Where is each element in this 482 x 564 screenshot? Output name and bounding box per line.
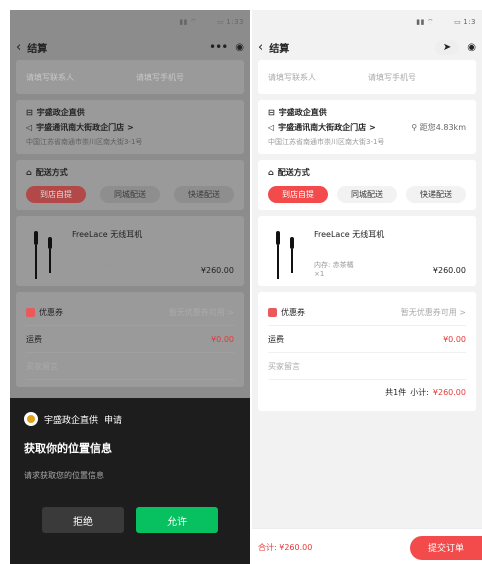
tab-local[interactable]: 同城配送 (100, 186, 160, 203)
dialog-request: 申请 (104, 415, 123, 426)
shop-icon: ⊟ (26, 108, 33, 117)
freight-value: ¥0.00 (211, 334, 234, 344)
tab-pickup[interactable]: 到店自提 (26, 186, 86, 203)
earbuds-image (26, 223, 72, 279)
product-name: FreeLace 无线耳机 (314, 230, 385, 239)
coupon-label: 优惠券 (39, 307, 63, 317)
screenshot: ▮▮ ⌔ ▭ 1:33 ‹ 结算 ••• ◉ 请填写联系人 请填写手机号 ⊟ 宇盛… (0, 0, 482, 564)
store-distance: 距您4.83km (419, 123, 466, 132)
deny-button[interactable]: 拒绝 (42, 507, 124, 533)
freight-value: ¥0.00 (443, 334, 466, 344)
coupon-value[interactable]: 暂无优惠券可用 > (401, 307, 466, 318)
contact-card: 请填写联系人 请填写手机号 (258, 60, 476, 94)
freight-label: 运费 (268, 334, 284, 344)
tab-express[interactable]: 快递配送 (406, 186, 466, 203)
store-address: 中国江苏省南通市崇川区南大街3-1号 (268, 138, 385, 146)
order-total: 合计: ¥260.00 (258, 543, 313, 552)
left-phone: ▮▮ ⌔ ▭ 1:33 ‹ 结算 ••• ◉ 请填写联系人 请填写手机号 ⊟ 宇盛… (10, 10, 250, 564)
coupon-label: 优惠券 (281, 307, 305, 317)
delivery-icon: ⌂ (26, 168, 32, 177)
tab-local[interactable]: 同城配送 (337, 186, 397, 203)
extras-card: 优惠券 暂无优惠券可用 > 运费 ¥0.00 买家留言 (16, 292, 244, 387)
shop-name: 宇盛政企直供 (36, 108, 85, 117)
phone-input[interactable]: 请填写手机号 (368, 72, 416, 83)
status-bar: ▮▮ ⌔ ▭ 1:33 (10, 10, 250, 34)
dialog-desc: 请求获取您的位置信息 (24, 471, 104, 480)
navigate-icon: ◁ (26, 123, 33, 132)
product-price: ¥260.00 (200, 266, 234, 275)
tab-express[interactable]: 快递配送 (174, 186, 234, 203)
contact-card: 请填写联系人 请填写手机号 (16, 60, 244, 94)
back-icon[interactable]: ‹ (258, 41, 263, 54)
extras-card: 优惠券 暂无优惠券可用 > 运费 ¥0.00 买家留言 共1件 小计: ¥260.0… (258, 292, 476, 411)
page-title: 结算 (27, 43, 48, 55)
message-input[interactable]: 买家留言 (268, 361, 300, 372)
delivery-icon: ⌂ (268, 168, 274, 177)
subtotal-value: ¥260.00 (432, 387, 466, 397)
earbuds-image (268, 223, 314, 279)
more-button[interactable]: ••• (209, 40, 228, 54)
store-link[interactable]: 宇盛通讯南大街政企门店 > (278, 122, 376, 133)
subtotal-label: 小计: (410, 387, 429, 397)
location-permission-dialog: 宇盛政企直供 申请 获取你的位置信息 请求获取您的位置信息 拒绝 允许 (10, 398, 250, 564)
contact-input[interactable]: 请填写联系人 (26, 72, 74, 83)
delivery-title: 配送方式 (277, 168, 310, 177)
checkout-bar: 合计: ¥260.00 提交订单 (252, 528, 482, 564)
title-bar: ‹ 结算 ••• ◉ (10, 34, 250, 60)
tab-pickup[interactable]: 到店自提 (268, 186, 328, 203)
store-address: 中国江苏省南通市崇川区南大街3-1号 (26, 138, 143, 146)
location-arrow-icon[interactable]: ➤ (434, 39, 460, 55)
dialog-title: 获取你的位置信息 (24, 442, 112, 455)
submit-order-button[interactable]: 提交订单 (410, 535, 482, 560)
product-card: FreeLace 无线耳机 内存: 赤茶橘 ×1 ¥260.00 (16, 216, 244, 286)
delivery-card: ⌂ 配送方式 到店自提 同城配送 快递配送 (16, 160, 244, 210)
close-target-icon[interactable]: ◉ (235, 42, 244, 53)
item-count: 共1件 (385, 387, 407, 397)
coupon-icon (26, 307, 35, 317)
delivery-card: ⌂ 配送方式 到店自提 同城配送 快递配送 (258, 160, 476, 210)
coupon-icon (268, 307, 277, 317)
wifi-icon: ⌔ (427, 17, 435, 26)
pin-icon: ⚲ (411, 123, 418, 132)
battery-icon: ▭ (454, 18, 462, 26)
wifi-icon: ⌔ (190, 17, 198, 26)
store-card: ⊟ 宇盛政企直供 ◁ 宇盛通讯南大街政企门店 > 中国江苏省南通市崇川区南大街3-1… (16, 100, 244, 154)
status-time: 1:33 (226, 18, 244, 26)
shop-icon: ⊟ (268, 108, 275, 117)
dialog-app-name: 宇盛政企直供 (44, 415, 99, 426)
status-time: 1:3 (463, 18, 476, 26)
page-title: 结算 (269, 43, 290, 55)
product-name: FreeLace 无线耳机 (72, 230, 143, 239)
store-card: ⊟ 宇盛政企直供 ◁ 宇盛通讯南大街政企门店 > ⚲ 距您4.83km 中国江苏省南… (258, 100, 476, 154)
store-link[interactable]: 宇盛通讯南大街政企门店 > (36, 122, 134, 133)
status-bar: ▮▮ ⌔ ▭ 1:3 (252, 10, 482, 34)
right-phone: ▮▮ ⌔ ▭ 1:3 ‹ 结算 ➤ ◉ 请填写联系人 请填写手机号 ⊟ 宇盛政企直… (252, 10, 482, 564)
message-input[interactable]: 买家留言 (26, 361, 58, 372)
product-price: ¥260.00 (432, 266, 466, 275)
phone-input[interactable]: 请填写手机号 (136, 72, 184, 83)
freight-label: 运费 (26, 334, 42, 344)
allow-button[interactable]: 允许 (136, 507, 218, 533)
delivery-title: 配送方式 (35, 168, 68, 177)
back-icon[interactable]: ‹ (16, 41, 21, 54)
app-logo (24, 412, 38, 426)
coupon-value[interactable]: 暂无优惠券可用 > (169, 307, 234, 318)
signal-icon: ▮▮ (179, 18, 189, 26)
subtotal-row: 共1件 小计: ¥260.00 (268, 380, 466, 404)
battery-icon: ▭ (217, 18, 225, 26)
product-card: FreeLace 无线耳机 内存: 赤茶橘 ×1 ¥260.00 (258, 216, 476, 286)
shop-name: 宇盛政企直供 (278, 108, 327, 117)
contact-input[interactable]: 请填写联系人 (268, 72, 316, 83)
navigate-icon: ◁ (268, 123, 275, 132)
close-target-icon[interactable]: ◉ (467, 42, 476, 53)
signal-icon: ▮▮ (416, 18, 426, 26)
title-bar: ‹ 结算 ➤ ◉ (252, 34, 482, 60)
